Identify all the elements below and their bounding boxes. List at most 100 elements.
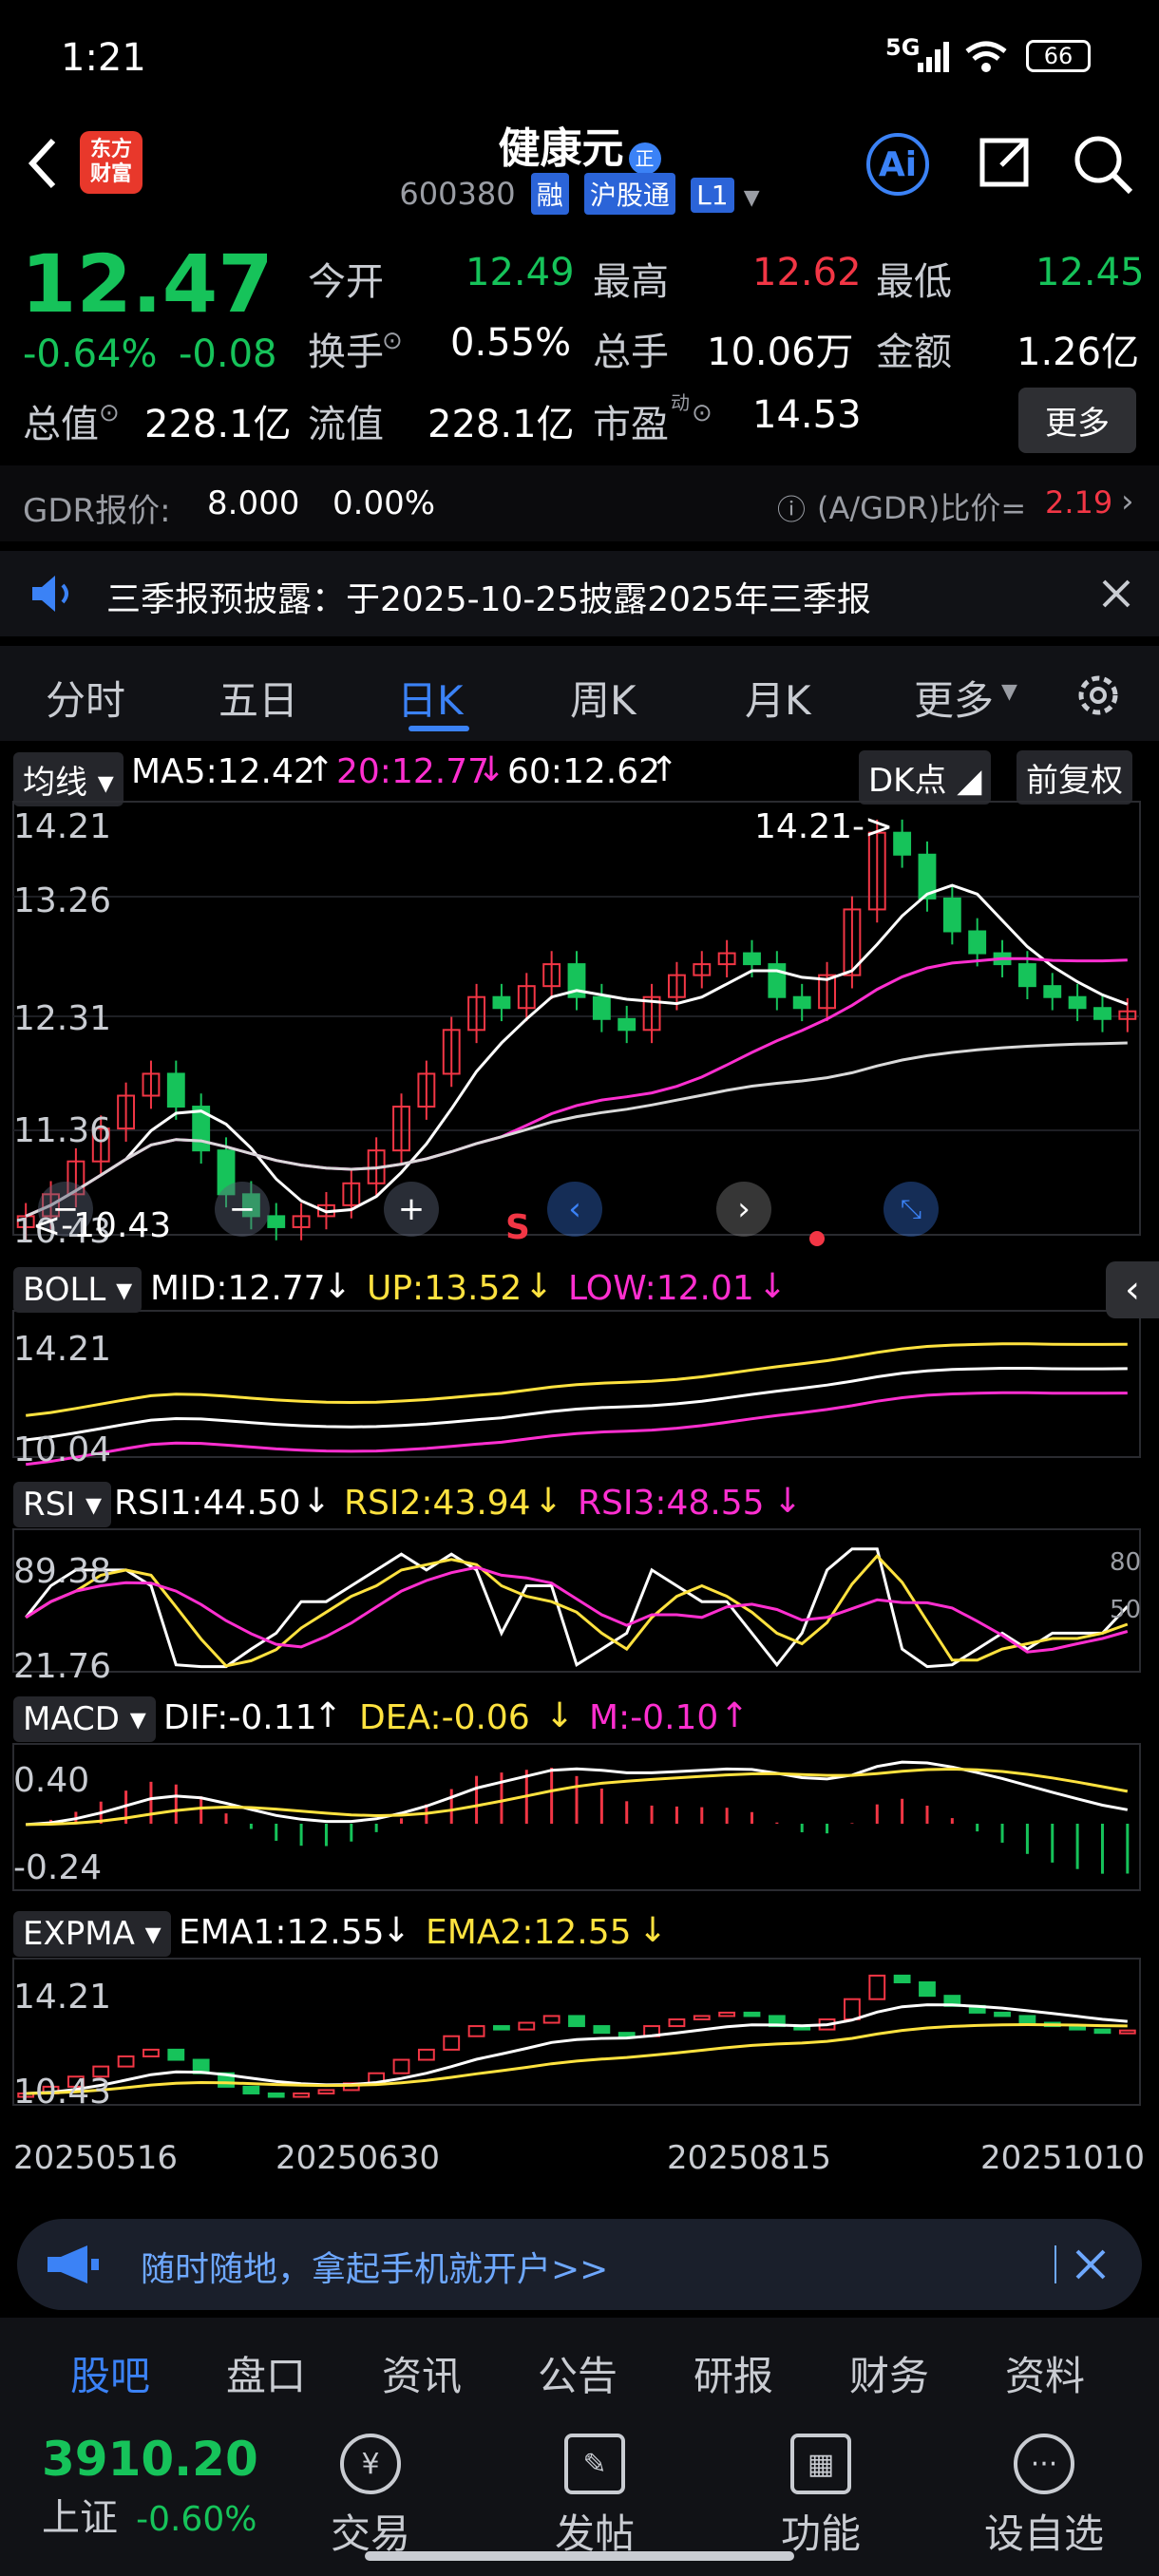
home-indicator[interactable] <box>365 2551 794 2561</box>
nav-watchlist[interactable]: ··· 设自选 <box>984 2434 1104 2560</box>
search-icon[interactable] <box>1072 133 1134 196</box>
zoom-in-icon[interactable]: + <box>384 1182 439 1237</box>
tab-intraday[interactable]: 分时 <box>46 669 125 727</box>
status-bar: 1:21 5G 66 <box>0 0 1159 114</box>
candle-body-31 <box>792 995 811 1010</box>
boll-low-arrow-icon: ↓ <box>758 1267 788 1306</box>
expma-candle-43 <box>1093 2028 1112 2035</box>
stock-code: 600380 <box>399 176 516 212</box>
mcap-value: 228.1亿 <box>144 403 292 446</box>
nav-trade[interactable]: ¥ 交易 <box>331 2434 410 2560</box>
ai-button[interactable]: Ai <box>866 133 929 196</box>
expma-candle-22 <box>568 2015 585 2028</box>
rsi3-line <box>25 1565 1129 1654</box>
rsi-pill[interactable]: RSI ▾ <box>13 1482 112 1527</box>
settings-icon[interactable] <box>1072 669 1125 722</box>
expma-candle-44 <box>1118 2029 1136 2035</box>
open-account-banner[interactable]: 随时随地，拿起手机就开户>> <box>17 2219 1142 2310</box>
open-label: 今开 <box>308 260 384 304</box>
collapse-panel-icon[interactable]: ‹ <box>1106 1261 1159 1318</box>
tab-announcements[interactable]: 公告 <box>538 2344 618 2402</box>
kline-chart[interactable]: 均线 ▾ MA5:12.42 ↑ 20:12.77 ↓ 60:12.62 ↑ D… <box>0 741 1159 2204</box>
share-icon[interactable] <box>975 133 1034 192</box>
tab-five-day[interactable]: 五日 <box>218 669 298 727</box>
macd-dif: DIF:-0.11 <box>163 1698 317 1737</box>
candle-body-19 <box>492 995 511 1010</box>
macd-y-bottom: -0.24 <box>13 1848 103 1887</box>
macd-dea-arrow-icon: ↓ <box>545 1696 575 1735</box>
more-button[interactable]: 更多 <box>1018 388 1136 453</box>
macd-dif-arrow-icon: ↑ <box>314 1696 343 1735</box>
event-dot[interactable] <box>809 1231 825 1246</box>
gdr-row: GDR报价: 8.000 0.00% ⓘ (A/GDR)比价= 2.19 › <box>0 465 1159 541</box>
tab-monthly-k[interactable]: 月K <box>745 669 811 727</box>
volume-value: 10.06万 <box>707 331 854 374</box>
turnover-label: 换手 <box>308 331 384 374</box>
expma-pill[interactable]: EXPMA ▾ <box>13 1911 171 1957</box>
candle-body-41 <box>1043 985 1062 998</box>
tab-weekly-k[interactable]: 周K <box>570 669 636 727</box>
zoom-minus-icon[interactable]: − <box>215 1182 270 1237</box>
ema2-line <box>26 2022 1128 2095</box>
tab-news[interactable]: 资讯 <box>382 2344 462 2402</box>
expma-candle-20 <box>518 2021 536 2031</box>
fullscreen-icon[interactable]: ⤡ <box>884 1182 939 1237</box>
date-label-2: 20250630 <box>276 2139 441 2177</box>
gdr-chevron-icon[interactable]: › <box>1121 483 1134 521</box>
dropdown-icon[interactable]: ▼ <box>744 186 760 210</box>
candle-body-42 <box>1068 995 1087 1010</box>
megaphone-icon <box>48 2245 99 2283</box>
nav-functions[interactable]: ▦ 功能 <box>781 2434 861 2560</box>
boll-pill[interactable]: BOLL ▾ <box>13 1267 142 1313</box>
expma-candle-36 <box>919 1980 936 1998</box>
expma-candle-19 <box>493 2025 510 2031</box>
expma-candle-18 <box>467 2025 485 2037</box>
chart-canvas <box>12 801 1141 2106</box>
status-time: 1:21 <box>61 36 146 80</box>
candle-body-37 <box>942 897 961 933</box>
macd-pill[interactable]: MACD ▾ <box>13 1696 156 1742</box>
info-icon[interactable]: ⊙ <box>382 327 403 355</box>
boll-pill-label: BOLL <box>23 1271 106 1309</box>
close-icon[interactable] <box>1100 578 1132 610</box>
date-label-1: 20250516 <box>13 2139 179 2177</box>
boll-up: UP:13.52 <box>367 1269 522 1308</box>
nav-post[interactable]: ✎ 发帖 <box>555 2434 635 2560</box>
gdr-help-icon[interactable]: ⓘ <box>777 486 806 528</box>
certified-icon: 正 <box>628 142 661 175</box>
y-label-2: 13.26 <box>13 881 112 920</box>
tab-research[interactable]: 研报 <box>694 2344 773 2402</box>
scroll-right-icon[interactable]: › <box>716 1182 771 1237</box>
expma-candle-39 <box>994 2011 1011 2017</box>
pe-value: 14.53 <box>752 393 862 437</box>
tab-forum[interactable]: 股吧 <box>70 2344 150 2402</box>
pe-info-icon[interactable]: ⊙ <box>692 399 712 427</box>
tab-order-book[interactable]: 盘口 <box>226 2344 306 2402</box>
expma-candle-6 <box>167 2048 185 2061</box>
index-ticker[interactable]: 3910.20 上证 -0.60% <box>42 2432 258 2542</box>
wifi-icon <box>965 41 1007 72</box>
bottom-nav: 3910.20 上证 -0.60% ¥ 交易 ✎ 发帖 ▦ 功能 ··· 设自选 <box>0 2413 1159 2576</box>
mcap-info-icon[interactable]: ⊙ <box>99 399 120 427</box>
notice-bar[interactable]: 三季报预披露：于2025-10-25披露2025年三季报 <box>0 551 1159 636</box>
stock-header: 东方 财富 健康元 正 600380 融 沪股通 L1 ▼ Ai <box>0 114 1159 228</box>
rsi1-arrow-icon: ↓ <box>302 1482 332 1521</box>
tab-more[interactable]: 更多 <box>914 669 994 727</box>
level-badge: L1 <box>691 178 734 213</box>
rsi2-line <box>25 1553 1129 1668</box>
rsi2-label: RSI2:43.94 <box>344 1484 531 1523</box>
index-value: 3910.20 <box>42 2432 258 2487</box>
expma-candle-27 <box>693 2015 711 2020</box>
candle-body-40 <box>1017 963 1036 988</box>
banner-close-icon[interactable] <box>1074 2247 1108 2282</box>
tab-daily-k[interactable]: 日K <box>397 669 464 727</box>
index-name: 上证 <box>42 2496 118 2540</box>
grid-icon: ▦ <box>790 2434 851 2494</box>
rsi-y-bottom: 21.76 <box>13 1647 112 1686</box>
high-label: 最高 <box>593 260 669 304</box>
scroll-left-icon[interactable]: ‹ <box>547 1182 602 1237</box>
rsi-level-50: 50 <box>1110 1596 1142 1624</box>
tab-profile[interactable]: 资料 <box>1005 2344 1085 2402</box>
expma-candle-12 <box>317 2089 335 2094</box>
tab-financials[interactable]: 财务 <box>849 2344 929 2402</box>
